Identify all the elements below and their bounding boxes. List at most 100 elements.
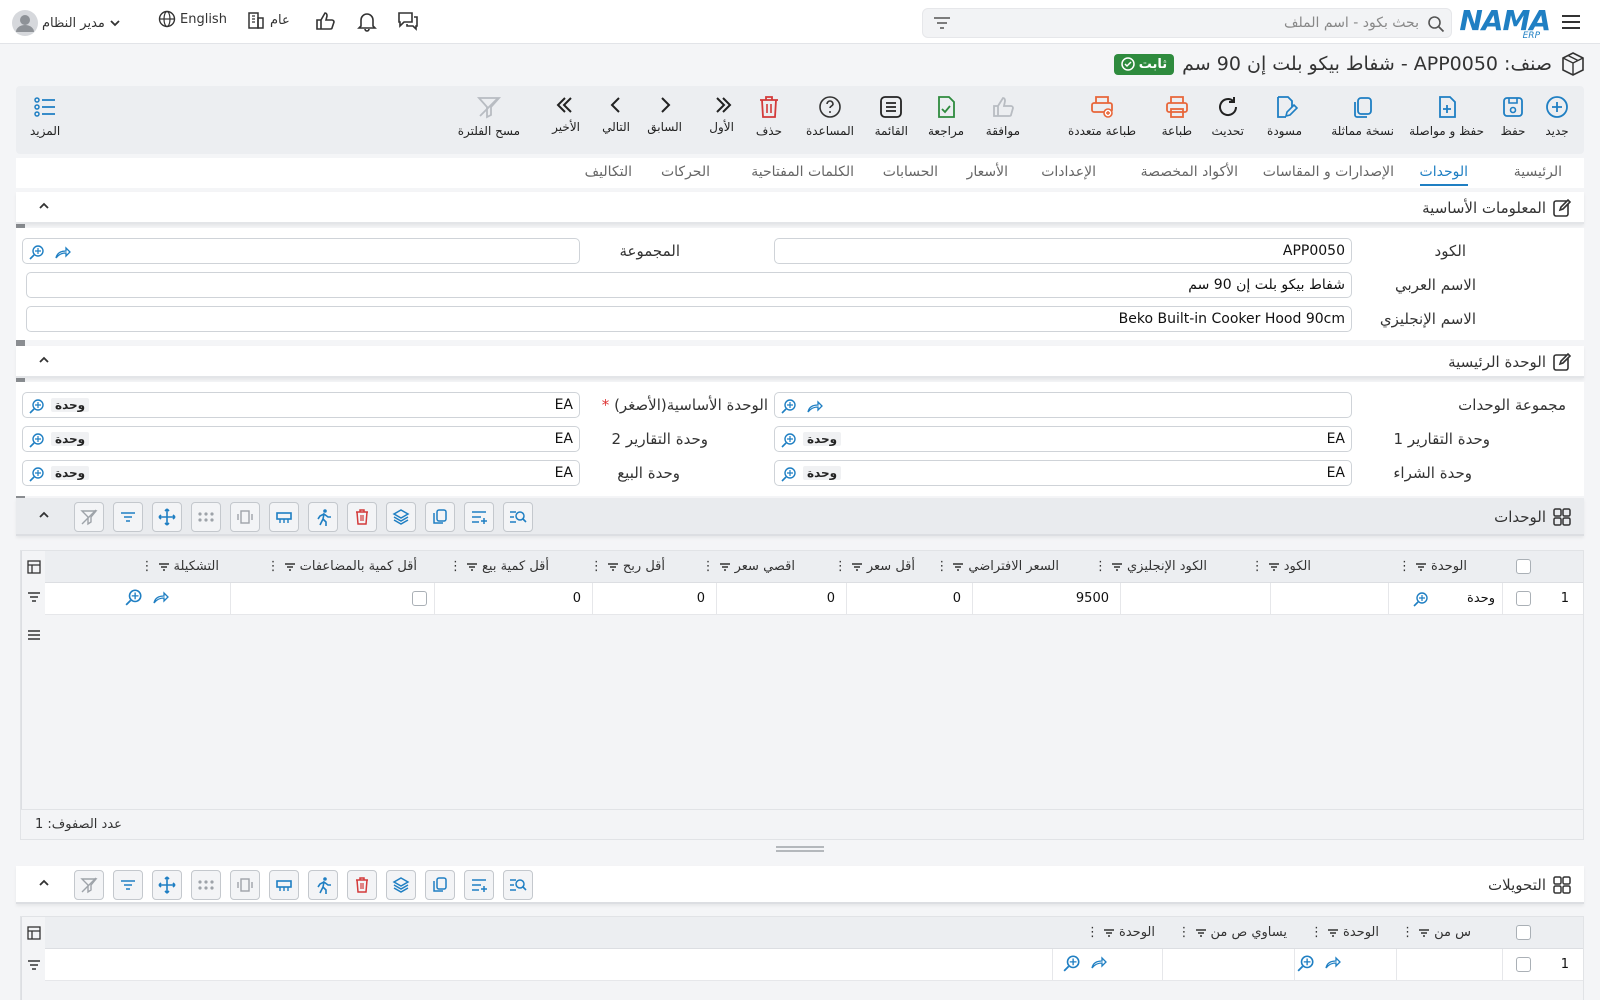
grid-dots-button[interactable] (191, 870, 221, 900)
row-checkbox[interactable] (1516, 591, 1531, 606)
grid-insert-row-button[interactable] (269, 870, 299, 900)
list-button[interactable]: القائمة (875, 94, 908, 138)
grid-filter-button[interactable] (113, 870, 143, 900)
grid-columns-button[interactable] (230, 870, 260, 900)
search-box[interactable]: بحث بكود - اسم الملف (922, 8, 1452, 38)
cell-min-price[interactable]: 0 (953, 591, 961, 606)
grid-columns-button[interactable] (230, 502, 260, 532)
tab-versions-sizes[interactable]: الإصدارات و المقاسات (1263, 164, 1394, 180)
save-button[interactable]: حفظ (1500, 94, 1526, 138)
share-icon[interactable] (55, 245, 71, 259)
print-button[interactable]: طباعة (1162, 94, 1192, 138)
col-code[interactable]: الكود ⋮ (1251, 559, 1311, 574)
grid-move-button[interactable] (152, 870, 182, 900)
search-plus-icon[interactable] (1413, 591, 1429, 607)
grid-copy-button[interactable] (425, 502, 455, 532)
code-field[interactable]: APP0050 (774, 238, 1352, 264)
table-row[interactable]: 1 (45, 949, 1583, 981)
grid-move-button[interactable] (152, 502, 182, 532)
grid-search-button[interactable] (503, 502, 533, 532)
col-equals-y-from[interactable]: يساوي ص من ⋮ (1178, 925, 1287, 940)
share-icon[interactable] (153, 590, 169, 604)
search-plus-icon[interactable] (781, 398, 797, 414)
table-row[interactable]: 1 وحدة 9500 0 0 0 0 (45, 583, 1583, 615)
col-default-price[interactable]: السعر الافتراضي ⋮ (935, 559, 1059, 574)
table-settings-icon[interactable] (26, 925, 42, 941)
base-unit-field[interactable]: EA وحدة (22, 392, 580, 418)
draft-button[interactable]: مسودة (1267, 94, 1302, 138)
main-unit-header[interactable]: الوحدة الرئيسية (16, 346, 1584, 378)
units-group-field[interactable] (774, 392, 1352, 418)
review-button[interactable]: مراجعة (928, 94, 964, 138)
report-unit-1-field[interactable]: EA وحدة (774, 426, 1352, 452)
help-button[interactable]: المساعدة (806, 94, 854, 138)
col-min-price[interactable]: أقل سعر ⋮ (834, 559, 915, 574)
refresh-button[interactable]: تحديث (1211, 94, 1244, 138)
tab-main[interactable]: الرئيسية (1514, 164, 1562, 180)
filter-icon[interactable] (26, 589, 42, 605)
more-button[interactable]: المزيد (30, 94, 60, 138)
search-plus-icon[interactable] (29, 466, 45, 482)
grid-delete-button[interactable] (347, 870, 377, 900)
previous-button[interactable]: السابق (647, 94, 682, 134)
basic-info-header[interactable]: المعلومات الأساسية (16, 192, 1584, 224)
new-button[interactable]: جديد (1544, 94, 1570, 138)
tab-costs[interactable]: التكاليف (585, 164, 632, 180)
multi-print-button[interactable]: طباعة متعددة (1068, 94, 1136, 138)
tab-accounts[interactable]: الحسابات (883, 164, 938, 180)
cell-max-price[interactable]: 0 (827, 591, 835, 606)
grid-copy-button[interactable] (425, 870, 455, 900)
tab-keywords[interactable]: الكلمات المفتاحية (751, 164, 854, 180)
menu-lines-icon[interactable] (26, 627, 42, 643)
search-plus-icon[interactable] (125, 588, 143, 606)
share-icon[interactable] (807, 399, 823, 413)
bell-icon[interactable] (356, 10, 378, 32)
col-unit[interactable]: الوحدة ⋮ (1398, 559, 1467, 574)
purchase-unit-field[interactable]: EA وحدة (774, 460, 1352, 486)
sale-unit-field[interactable]: EA وحدة (22, 460, 580, 486)
resize-handle[interactable] (776, 846, 824, 852)
search-plus-icon[interactable] (1297, 954, 1315, 972)
col-min-profit[interactable]: أقل ربح ⋮ (590, 559, 665, 574)
chevron-up-icon[interactable] (38, 354, 50, 366)
chevron-up-icon[interactable] (38, 509, 50, 521)
grid-run-button[interactable] (308, 502, 338, 532)
thumbs-up-icon[interactable] (314, 10, 336, 32)
company-selector[interactable]: عام (246, 10, 290, 30)
grid-add-row-button[interactable] (464, 870, 494, 900)
approve-button[interactable]: موافقة (986, 94, 1020, 138)
grid-search-button[interactable] (503, 870, 533, 900)
col-max-price[interactable]: اقصي سعر ⋮ (702, 559, 795, 574)
duplicate-button[interactable]: نسخة مماثلة (1331, 94, 1394, 138)
cell-multiples-checkbox[interactable] (412, 591, 427, 606)
cell-min-sale-qty[interactable]: 0 (573, 591, 581, 606)
search-plus-icon[interactable] (29, 244, 45, 260)
tab-settings[interactable]: الإعدادات (1041, 164, 1096, 180)
col-min-sale-qty[interactable]: أقل كمية بيع ⋮ (449, 559, 549, 574)
report-unit-2-field[interactable]: EA وحدة (22, 426, 580, 452)
cell-default-price[interactable]: 9500 (1076, 591, 1109, 606)
search-plus-icon[interactable] (29, 398, 45, 414)
grid-insert-row-button[interactable] (269, 502, 299, 532)
last-button[interactable]: الأخير (552, 94, 580, 134)
hamburger-menu-icon[interactable] (1560, 11, 1582, 33)
save-continue-button[interactable]: حفظ و مواصلة (1409, 94, 1484, 138)
english-name-field[interactable]: Beko Built-in Cooker Hood 90cm (26, 306, 1352, 332)
col-x-from[interactable]: س من ⋮ (1401, 925, 1471, 940)
col-assortment[interactable]: التشكيلة ⋮ (141, 559, 219, 574)
grid-clear-filter-button[interactable] (74, 870, 104, 900)
col-unit-2[interactable]: الوحدة ⋮ (1086, 925, 1155, 940)
col-english-code[interactable]: الكود الإنجليزي ⋮ (1094, 559, 1207, 574)
arabic-name-field[interactable]: شفاط بيكو بلت إن 90 سم (26, 272, 1352, 298)
search-plus-icon[interactable] (781, 432, 797, 448)
col-min-qty-multiples[interactable]: أقل كمية بالمضاعفات ⋮ (267, 559, 417, 574)
grid-layers-button[interactable] (386, 870, 416, 900)
cell-min-profit[interactable]: 0 (697, 591, 705, 606)
grid-add-row-button[interactable] (464, 502, 494, 532)
tab-prices[interactable]: الأسعار (967, 164, 1008, 180)
nama-logo[interactable]: NAMA ERP (1459, 4, 1551, 41)
share-icon[interactable] (1091, 955, 1107, 969)
tab-units[interactable]: الوحدات (1419, 164, 1468, 186)
search-plus-icon[interactable] (1063, 954, 1081, 972)
delete-button[interactable]: حذف (756, 94, 782, 138)
